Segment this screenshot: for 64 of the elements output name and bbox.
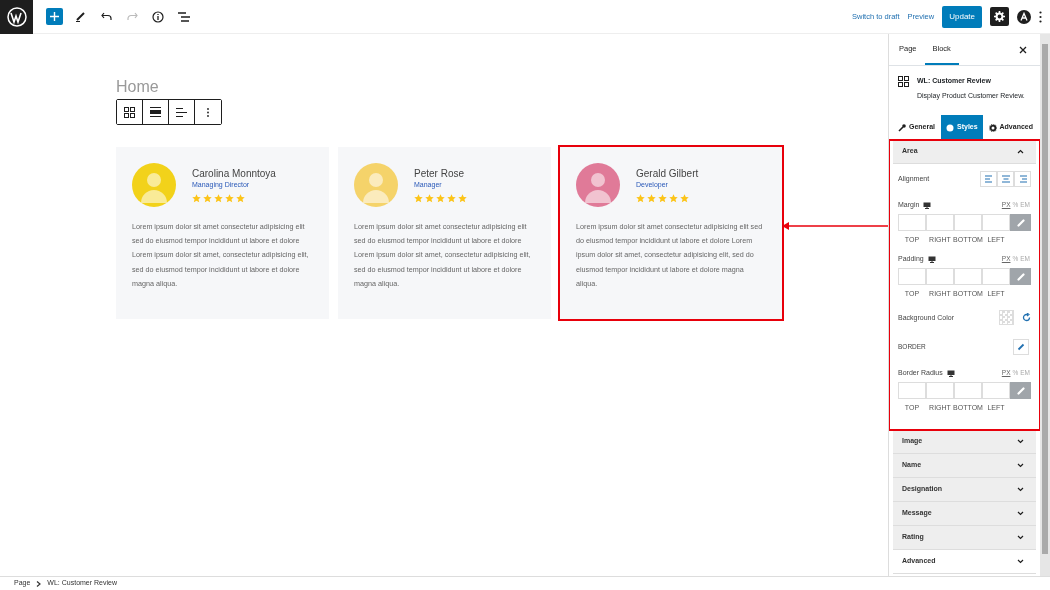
align-center-icon[interactable] <box>997 170 1014 187</box>
chevron-right-icon <box>36 580 42 587</box>
dimension-input[interactable] <box>954 268 982 286</box>
star-icon <box>669 193 678 203</box>
star-icon <box>636 193 645 203</box>
monitor-icon[interactable] <box>923 201 932 209</box>
dimension-input[interactable] <box>926 268 954 286</box>
star-icon <box>192 193 201 203</box>
chevron-icon <box>1017 558 1024 564</box>
wrench-icon <box>898 123 906 132</box>
star-icon <box>414 193 423 203</box>
link-icon[interactable] <box>1010 214 1031 232</box>
update-button[interactable]: Update <box>942 5 982 28</box>
grid-icon <box>898 76 909 88</box>
dimension-input[interactable] <box>898 214 926 232</box>
dimension-input[interactable] <box>898 382 926 400</box>
star-icon <box>658 193 667 203</box>
star-icon <box>214 193 223 203</box>
chevron-icon <box>1017 534 1024 540</box>
grid-icon[interactable] <box>117 100 143 124</box>
chevron-icon <box>1017 486 1024 492</box>
add-block-button[interactable] <box>46 8 63 25</box>
star-icon <box>203 193 212 203</box>
gear-icon <box>994 11 1005 22</box>
star-icon <box>225 193 234 203</box>
monitor-icon[interactable] <box>946 369 955 377</box>
dimension-input[interactable] <box>954 214 982 232</box>
scrollbar-thumb[interactable] <box>1042 44 1048 554</box>
more-options-icon[interactable] <box>1039 10 1042 23</box>
color-swatch[interactable] <box>999 310 1014 326</box>
avatar <box>132 163 176 207</box>
plus-icon <box>50 12 59 21</box>
dimension-input[interactable] <box>954 382 982 400</box>
star-icon <box>447 193 456 203</box>
chevron-icon <box>1017 462 1024 468</box>
chevron-icon <box>1017 438 1024 444</box>
monitor-icon[interactable] <box>927 255 936 263</box>
avatar <box>576 163 620 207</box>
reviewer-name: Carolina Monntoya <box>192 167 276 181</box>
dimension-input[interactable] <box>982 268 1010 286</box>
dimension-input[interactable] <box>926 214 954 232</box>
settings-button[interactable] <box>990 7 1009 26</box>
dimension-input[interactable] <box>926 382 954 400</box>
star-icon <box>458 193 467 203</box>
link-icon[interactable] <box>1010 268 1031 286</box>
link-icon[interactable] <box>1010 382 1031 400</box>
dimension-input[interactable] <box>898 268 926 286</box>
reviewer-name: Peter Rose <box>414 167 466 181</box>
avatar <box>354 163 398 207</box>
align-right-icon[interactable] <box>1014 170 1031 187</box>
chevron-icon <box>1017 510 1024 516</box>
star-icon <box>236 193 245 203</box>
chevron-icon <box>1017 148 1024 154</box>
dimension-input[interactable] <box>982 382 1010 400</box>
gear-icon <box>988 123 997 132</box>
star-icon <box>647 193 656 203</box>
reset-icon[interactable] <box>1022 313 1031 323</box>
dimension-input[interactable] <box>982 214 1010 232</box>
star-icon <box>425 193 434 203</box>
wordpress-logo[interactable] <box>0 0 33 34</box>
reviewer-name: Gerald Gilbert <box>636 167 699 181</box>
plugin-logo-icon[interactable] <box>1017 9 1031 24</box>
star-icon <box>436 193 445 203</box>
star-icon <box>680 193 689 203</box>
